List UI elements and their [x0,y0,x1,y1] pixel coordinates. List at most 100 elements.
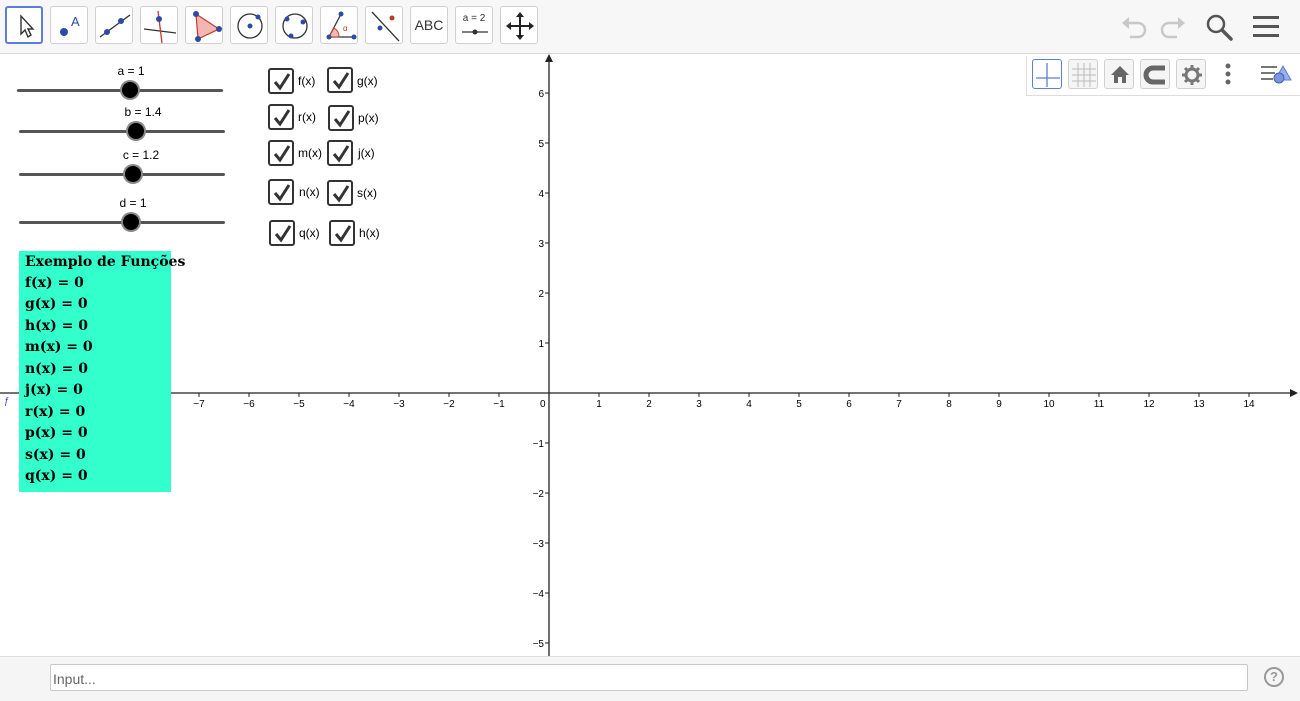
slider-a-label: a = 1 [117,64,145,78]
redo-icon [1160,17,1185,39]
checkmark-icon [333,110,351,128]
x-tick-label: 6 [846,399,852,410]
checkbox-m[interactable] [268,140,294,166]
move-graphics-view-tool-button[interactable] [500,6,538,44]
x-tick-label: 5 [796,399,802,410]
y-tick-label: −4 [533,589,545,600]
perpendicular-line-tool-button[interactable] [140,6,178,44]
undo-icon [1122,17,1147,39]
gear-icon [1182,65,1202,85]
more-icon [1225,63,1231,85]
show-axes-button[interactable] [1032,59,1062,89]
checkbox-g[interactable] [327,67,353,93]
checkbox-s[interactable] [327,180,353,206]
checkbox-h-label: h(x) [359,226,380,240]
point-icon: A [60,14,80,36]
slider-tool-button[interactable]: a = 2 [455,6,493,44]
y-tick-label: −2 [533,489,545,500]
checkbox-n[interactable] [268,179,294,205]
help-button[interactable]: ? [1264,667,1284,687]
standard-view-button[interactable] [1104,59,1134,89]
polygon-tool-button[interactable] [185,6,223,44]
checkbox-f[interactable] [268,68,294,94]
show-grid-button[interactable] [1068,59,1098,89]
checkbox-j[interactable] [327,140,353,166]
circle-three-points-tool-button[interactable] [275,6,313,44]
cursor-arrow-icon [20,14,35,39]
slider-c-knob[interactable] [125,166,141,182]
y-axis-arrow [545,54,553,62]
y-tick-label: −5 [533,639,545,650]
reflect-tool-button[interactable] [365,6,403,44]
checkbox-q[interactable] [269,220,295,246]
checkbox-r[interactable] [268,104,294,130]
checkbox-r-label: r(x) [298,110,316,124]
x-tick-label: −3 [393,399,405,410]
axes: −7 −6 −5 −4 −3 −2 −1 0 1 2 3 4 5 6 7 8 9 10 11 12 13 14654321… [0,54,1298,656]
line-icon [99,14,131,38]
checkmark-icon [332,145,350,163]
home-icon [1111,66,1129,83]
line-tool-button[interactable] [95,6,133,44]
y-tick-label: −3 [533,539,545,550]
point-tool-button[interactable]: A [50,6,88,44]
x-tick-label: 13 [1193,399,1205,410]
slider-b-knob[interactable] [128,123,144,139]
function-label-marker: ƒ [4,396,10,407]
slider-b-label: b = 1.4 [124,105,162,119]
y-tick-label: 2 [538,289,544,300]
undo-button[interactable] [1118,10,1152,44]
checkbox-j-label: j(x) [358,146,375,160]
checkbox-h[interactable] [329,220,355,246]
x-tick-label: −6 [243,399,255,410]
input-bar: Input... ? [0,656,1300,701]
grid-icon [1072,63,1096,87]
slider-icon [462,29,488,35]
slider-a-track[interactable] [17,89,223,92]
slider-a-knob[interactable] [122,82,138,98]
text-box-title: Exemplo de Funções [25,254,186,270]
toggle-style-bar-button[interactable] [1259,59,1295,89]
main-menu-button[interactable] [1249,10,1283,44]
checkmark-icon [273,145,291,163]
functions-text-box: Exemplo de Funções f(x) = 0 g(x) = 0 h(x… [19,251,185,492]
move-graphics-view-icon [506,12,534,40]
more-options-button[interactable] [1213,59,1243,89]
algebra-input-field[interactable]: Input... [50,664,1248,691]
y-tick-label: 4 [538,189,544,200]
search-button[interactable] [1202,10,1236,44]
text-tool-label: ABC [414,17,444,33]
x-tick-label: 1 [596,399,602,410]
graphics-style-bar [1026,56,1300,96]
graphics-view[interactable]: −7 −6 −5 −4 −3 −2 −1 0 1 2 3 4 5 6 7 8 9 10 11 12 13 14654321… [0,53,1300,656]
checkbox-p[interactable] [328,105,354,131]
checkmark-icon [332,72,350,90]
point-tool-label: A [71,14,80,29]
point-capturing-button[interactable] [1140,59,1170,89]
x-tick-label: 8 [946,399,952,410]
settings-button[interactable] [1176,59,1206,89]
x-tick-label: 11 [1094,399,1105,410]
text-line-m: m(x) = 0 [25,339,93,355]
angle-tool-button[interactable]: α [320,6,358,44]
slider-b-track[interactable] [19,130,225,133]
redo-button[interactable] [1155,10,1189,44]
text-line-s: s(x) = 0 [25,447,86,463]
x-tick-label: 4 [746,399,752,410]
x-tick-label: 2 [646,399,652,410]
text-line-p: p(x) = 0 [25,425,88,441]
slider-d-track[interactable] [19,221,225,224]
checkmark-icon [273,109,291,127]
text-tool-button[interactable]: ABC [410,6,448,44]
circle-center-point-tool-button[interactable] [230,6,268,44]
style-bar-icon [1261,64,1292,84]
slider-d-knob[interactable] [123,214,139,230]
x-tick-label: −1 [493,399,505,410]
move-tool-button[interactable] [5,6,43,44]
main-toolbar: A α ABC a = 2 [0,0,1300,54]
x-tick-label: −5 [293,399,305,410]
checkmark-icon [334,225,352,243]
slider-c-track[interactable] [19,173,225,176]
checkbox-m-label: m(x) [298,146,322,160]
circle-center-point-icon [237,13,263,39]
